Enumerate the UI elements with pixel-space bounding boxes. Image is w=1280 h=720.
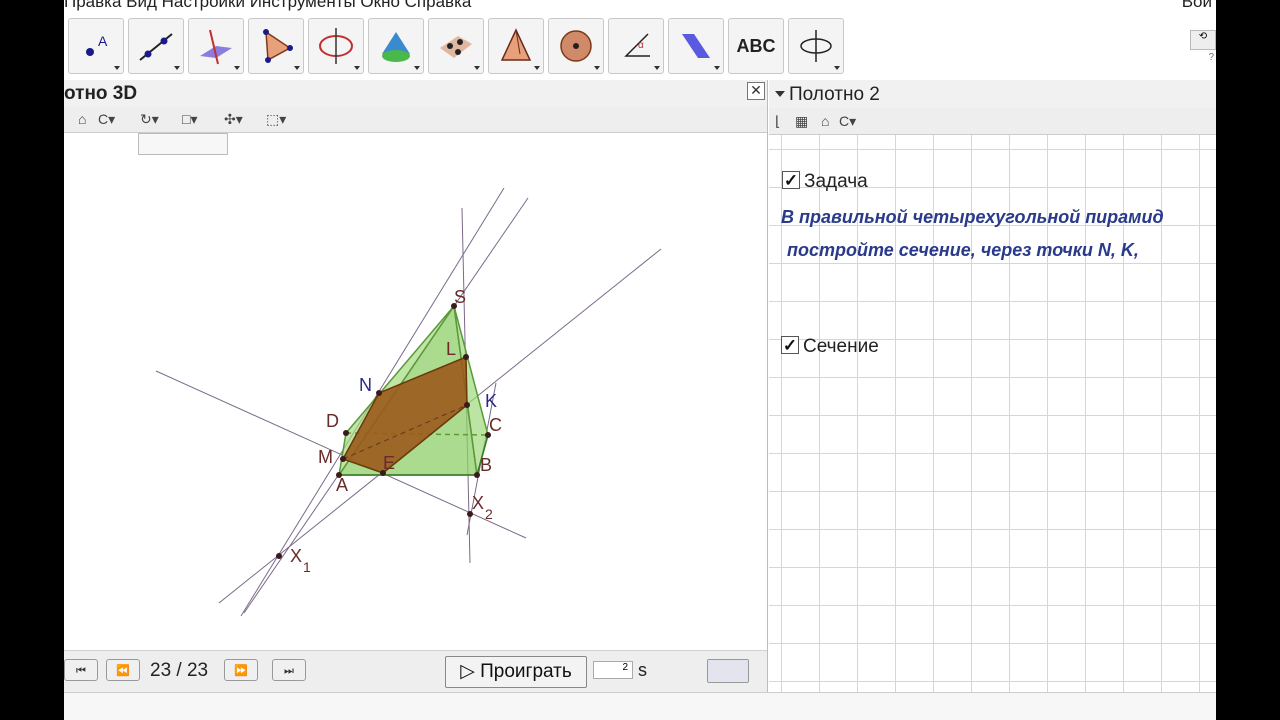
graphics-2-view: Полотно 2 ⌊ ▦ ⌂ C▾ ✓ Задача В правильной… bbox=[769, 80, 1216, 692]
plane-through-points-tool[interactable] bbox=[428, 18, 484, 74]
label-C: C bbox=[489, 415, 502, 435]
close-icon[interactable]: ✕ bbox=[747, 82, 765, 100]
speed-unit: s bbox=[638, 660, 647, 680]
label-A: A bbox=[336, 475, 348, 495]
rotate-icon bbox=[800, 30, 832, 62]
label-E: E bbox=[383, 453, 395, 473]
section-checkbox-label: Сечение bbox=[803, 336, 879, 357]
grid-toggle-icon[interactable]: ▦ bbox=[795, 113, 808, 130]
home-icon[interactable]: ⌂ bbox=[821, 113, 829, 129]
next-step-button[interactable]: ⏩ bbox=[224, 659, 258, 681]
menu-items[interactable]: Правка Вид Настройки Инструменты Окно Сп… bbox=[64, 0, 471, 11]
view2-header: Полотно 2 bbox=[769, 80, 1216, 108]
point-L[interactable] bbox=[463, 354, 469, 360]
play-button[interactable]: ▷ Проиграть bbox=[445, 656, 587, 688]
svg-text:A: A bbox=[98, 33, 108, 49]
point-icon: A bbox=[86, 33, 108, 56]
point-N[interactable] bbox=[376, 390, 382, 396]
sphere-tool[interactable] bbox=[548, 18, 604, 74]
graphics-3d-canvas[interactable]: S L N K C D M E A B X 2 X 1 bbox=[64, 133, 767, 649]
home-icon[interactable]: ⌂ bbox=[78, 111, 86, 127]
text-icon: ABC bbox=[736, 35, 776, 56]
angle-tool[interactable]: α bbox=[608, 18, 664, 74]
circle-axis-tool[interactable] bbox=[308, 18, 364, 74]
view-plane-icon[interactable]: □▾ bbox=[182, 111, 197, 128]
point-capture-icon[interactable]: C▾ bbox=[839, 113, 856, 130]
axes-toggle-icon[interactable]: ⌊ bbox=[775, 113, 780, 130]
label-L: L bbox=[446, 339, 456, 359]
view3d-title: отно 3D bbox=[64, 83, 138, 104]
task-checkbox[interactable]: ✓ bbox=[782, 171, 800, 189]
previous-step-button[interactable]: ⏪ bbox=[106, 659, 140, 681]
point-M[interactable] bbox=[340, 456, 346, 462]
construction-navigation-bar: ⏮ ⏪ 23 / 23 ⏩ ⏭ ▷ Проиграть 2 s bbox=[64, 650, 767, 693]
pyramid-tool[interactable] bbox=[488, 18, 544, 74]
undo-icon[interactable]: ⟲ bbox=[1190, 30, 1216, 50]
polygon-icon bbox=[263, 29, 293, 63]
view2-style-bar: ⌊ ▦ ⌂ C▾ bbox=[769, 108, 1216, 135]
point-tool[interactable]: A bbox=[68, 18, 124, 74]
label-M: M bbox=[318, 447, 333, 467]
last-step-button[interactable]: ⏭ bbox=[272, 659, 306, 681]
help-icon[interactable]: ? bbox=[1208, 52, 1214, 63]
circle-axis-icon bbox=[319, 28, 353, 64]
speed-stepper[interactable]: 2 bbox=[593, 661, 633, 679]
point-D[interactable] bbox=[343, 430, 349, 436]
graphics-3d-view: отно 3D ✕ ⌂ C▾ ↻▾ □▾ ✣▾ ⬚▾ S L N K C D M… bbox=[64, 80, 768, 693]
line-icon bbox=[139, 33, 173, 61]
reflect-icon bbox=[682, 34, 710, 58]
label-D: D bbox=[326, 411, 339, 431]
task-checkbox-label: Задача bbox=[804, 171, 868, 192]
collapse-arrow-icon[interactable] bbox=[775, 91, 785, 97]
label-K: K bbox=[485, 391, 497, 411]
polygon-tool[interactable] bbox=[248, 18, 304, 74]
label-B: B bbox=[480, 455, 492, 475]
label-X2-sub: 2 bbox=[485, 506, 493, 522]
geogebra-window: Правка Вид Настройки Инструменты Окно Сп… bbox=[64, 0, 1216, 720]
point-capture-icon[interactable]: C▾ bbox=[98, 111, 115, 128]
line-tool[interactable] bbox=[128, 18, 184, 74]
pyramid-icon bbox=[500, 28, 532, 61]
point-K[interactable] bbox=[464, 402, 470, 408]
label-X2: X bbox=[472, 493, 484, 513]
rotate-view-icon[interactable]: ↻▾ bbox=[140, 111, 159, 128]
toolbar: A α ABC ⟲ ? bbox=[64, 12, 1216, 76]
label-X1: X bbox=[290, 546, 302, 566]
status-bar bbox=[64, 692, 1216, 720]
task-text-line2: постройте сечение, через точки N, K, bbox=[787, 240, 1139, 260]
sign-in-link[interactable]: Вой bbox=[1182, 0, 1212, 12]
first-step-button[interactable]: ⏮ bbox=[64, 659, 98, 681]
section-checkbox[interactable]: ✓ bbox=[781, 336, 799, 354]
intersect-planes-tool[interactable] bbox=[188, 18, 244, 74]
menu-bar: Правка Вид Настройки Инструменты Окно Сп… bbox=[64, 0, 1216, 11]
construction-protocol-button[interactable] bbox=[707, 659, 749, 683]
label-S: S bbox=[454, 287, 466, 307]
text-tool[interactable]: ABC bbox=[728, 18, 784, 74]
plane-intersect-icon bbox=[200, 29, 232, 65]
view2-title: Полотно 2 bbox=[789, 84, 880, 105]
cone-tool[interactable] bbox=[368, 18, 424, 74]
plane-points-icon bbox=[440, 36, 472, 58]
angle-icon: α bbox=[624, 33, 650, 57]
cone-icon bbox=[382, 32, 410, 62]
view3d-style-bar: ⌂ C▾ ↻▾ □▾ ✣▾ ⬚▾ bbox=[64, 106, 767, 133]
sphere-icon bbox=[560, 30, 592, 62]
view3d-header: отно 3D ✕ bbox=[64, 80, 767, 106]
axes-icon[interactable]: ✣▾ bbox=[224, 111, 243, 128]
projection-icon[interactable]: ⬚▾ bbox=[266, 111, 286, 128]
reflect-tool[interactable] bbox=[668, 18, 724, 74]
label-N: N bbox=[359, 375, 372, 395]
point-X1[interactable] bbox=[276, 553, 282, 559]
label-X1-sub: 1 bbox=[303, 559, 311, 575]
rotate-view-tool[interactable] bbox=[788, 18, 844, 74]
task-text-line1: В правильной четырехугольной пирамид bbox=[781, 207, 1164, 227]
step-indicator: 23 / 23 bbox=[150, 660, 209, 681]
svg-text:α: α bbox=[638, 40, 644, 51]
